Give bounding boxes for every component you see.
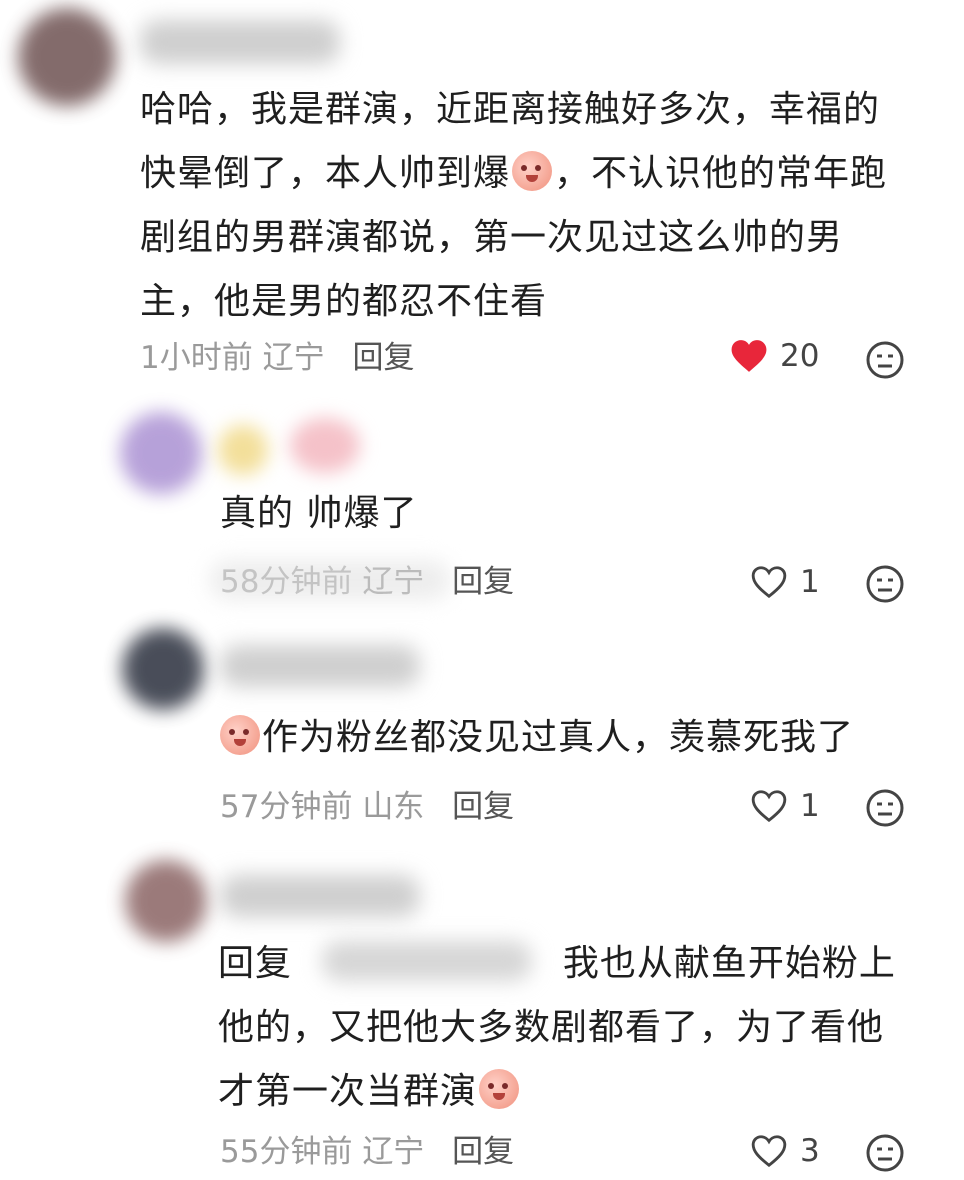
reply-button[interactable]: 回复	[452, 1134, 514, 1170]
like-count: 1	[800, 564, 820, 600]
timestamp: 55分钟前	[220, 1134, 352, 1170]
avatar[interactable]	[18, 8, 116, 106]
username-badge-blurred	[218, 425, 268, 475]
like-count: 20	[780, 338, 819, 374]
face-icon[interactable]	[865, 788, 905, 828]
reply-button[interactable]: 回复	[452, 789, 514, 825]
comment-meta: 55分钟前 辽宁 回复	[220, 1127, 514, 1177]
like-button[interactable]: 3	[750, 1133, 820, 1169]
comment-text: 哈哈，我是群演，近距离接触好多次，幸福的 快晕倒了，本人帅到爆，不认识他的常年跑…	[140, 78, 930, 334]
location: 辽宁	[362, 1134, 424, 1170]
face-icon[interactable]	[865, 340, 905, 380]
location: 辽宁	[263, 340, 325, 376]
location: 山东	[362, 789, 424, 825]
like-button[interactable]: 20	[730, 338, 819, 374]
reply-button[interactable]: 回复	[352, 340, 414, 376]
location: 辽宁	[362, 564, 424, 600]
heart-outline-icon	[750, 1133, 788, 1169]
face-icon[interactable]	[865, 1133, 905, 1173]
comment-meta: 58分钟前 辽宁 回复	[220, 557, 514, 607]
timestamp: 1小时前	[140, 340, 253, 376]
comment-text: 作为粉丝都没见过真人，羡慕死我了	[218, 706, 854, 770]
mentioned-user-blurred[interactable]	[322, 941, 532, 981]
timestamp: 57分钟前	[220, 789, 352, 825]
like-count: 3	[800, 1133, 820, 1169]
peach-emoji-icon	[220, 715, 260, 755]
like-count: 1	[800, 788, 820, 824]
heart-outline-icon	[750, 788, 788, 824]
like-button[interactable]: 1	[750, 788, 820, 824]
username-badge-blurred	[290, 418, 360, 473]
comment-meta: 57分钟前 山东 回复	[220, 782, 514, 832]
username-blurred[interactable]	[220, 875, 420, 917]
face-icon[interactable]	[865, 564, 905, 604]
like-button[interactable]: 1	[750, 564, 820, 600]
reply-button[interactable]: 回复	[452, 564, 514, 600]
avatar[interactable]	[120, 412, 202, 494]
avatar[interactable]	[122, 628, 204, 710]
comment-meta: 1小时前 辽宁 回复	[140, 333, 414, 383]
timestamp: 58分钟前	[220, 564, 352, 600]
reply-prefix: 回复	[218, 943, 292, 984]
peach-emoji-icon	[479, 1069, 519, 1109]
username-blurred[interactable]	[220, 645, 420, 687]
username-blurred[interactable]	[140, 20, 340, 64]
heart-outline-icon	[750, 564, 788, 600]
comment-text: 真的 帅爆了	[220, 482, 417, 546]
avatar[interactable]	[125, 860, 207, 942]
peach-emoji-icon	[512, 151, 552, 191]
heart-filled-icon	[730, 338, 768, 374]
comment-text: 回复 我也从献鱼开始粉上 他的，又把他大多数剧都看了，为了看他 才第一次当群演	[218, 932, 928, 1124]
